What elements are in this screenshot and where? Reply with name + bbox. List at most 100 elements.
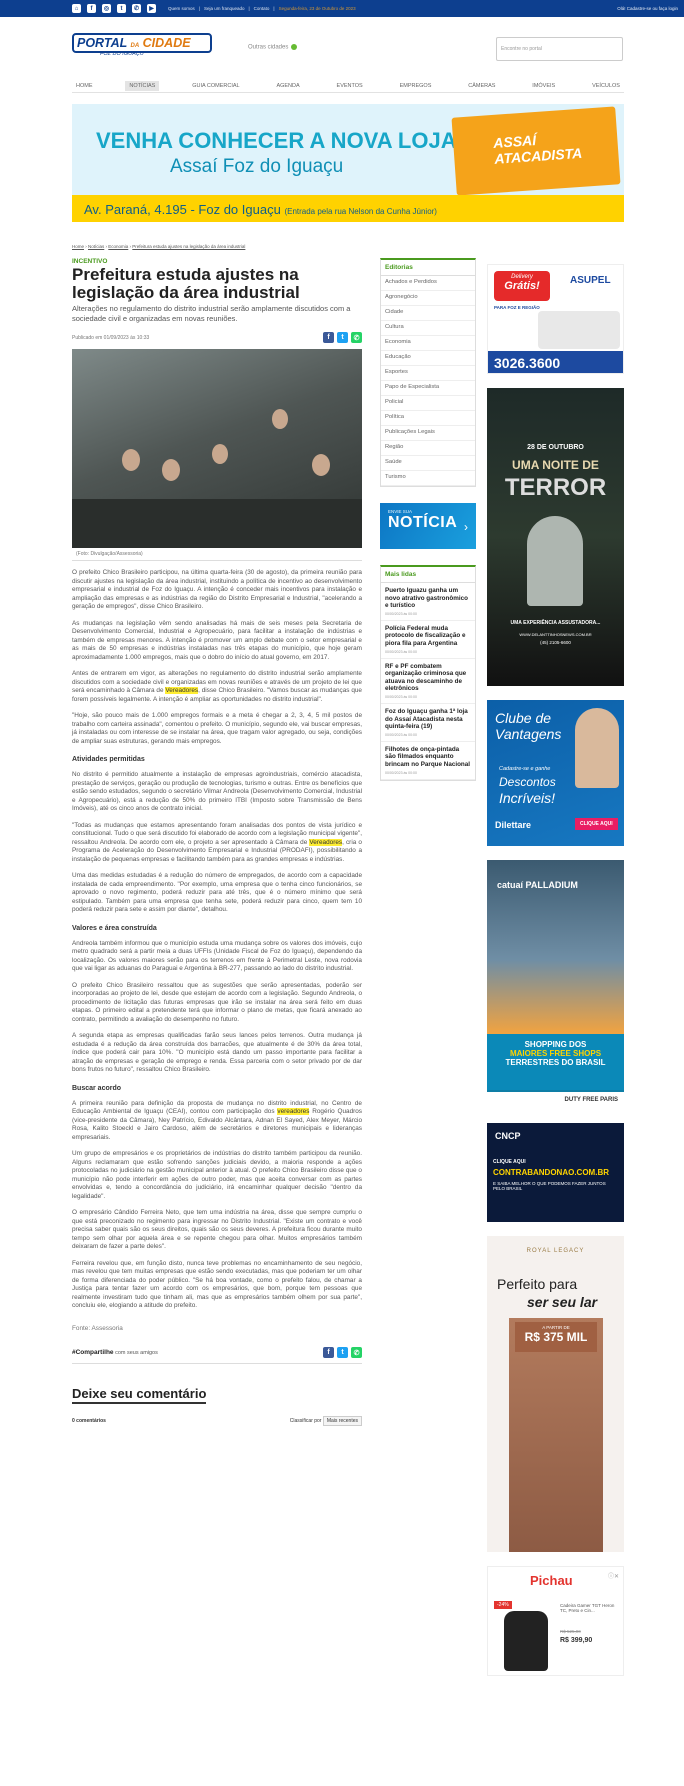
arrow-right-icon: › [464,520,468,534]
editoria-item[interactable]: Achados e Perdidos [381,276,475,291]
ad-royal-legacy[interactable]: ROYAL LEGACY Perfeito para ser seu lar A… [487,1236,624,1552]
share-footer: #Compartilhe com seus amigos f t ✆ [72,1347,362,1364]
facebook-share-icon[interactable]: f [323,1347,334,1358]
breadcrumb-economia[interactable]: Economia [108,244,128,249]
login-link[interactable]: Olá! Cadastre-se ou faça login [617,6,678,11]
editorias-title: Editorias [381,260,475,276]
assai-logo: ASSAÍ ATACADISTA [451,106,621,196]
top-link-contato[interactable]: Contato [254,6,270,11]
most-read-box: Mais lidas Puerto Iguazu ganha um novo a… [380,565,476,781]
ad-clube-vantagens[interactable]: Clube de Vantagens Cadastre-se e ganhe D… [487,700,624,846]
site-header: PORTAL DA CIDADE FOZ DO IGUAÇU Outras ci… [0,17,684,75]
most-read-item[interactable]: Polícia Federal muda protocolo de fiscal… [381,621,475,659]
current-date: Segunda-feira, 23 de Outubro de 2023 [278,6,356,11]
nav-veiculos[interactable]: VEÍCULOS [588,81,624,91]
facebook-share-icon[interactable]: f [323,332,334,343]
editoria-item[interactable]: Educação [381,351,475,366]
editoria-item[interactable]: Saúde [381,456,475,471]
ad-pichau[interactable]: Pichau ⓘ✕ -24% Cadeira Gamer TGT Heron T… [487,1566,624,1676]
article-title: Prefeitura estuda ajustes na legislação … [72,265,300,302]
banner-headline: VENHA CONHECER A NOVA LOJA [96,128,457,153]
comments-title: Deixe seu comentário [72,1386,207,1404]
editoria-item[interactable]: Cidade [381,306,475,321]
nav-cameras[interactable]: CÂMERAS [464,81,499,91]
publish-date: Publicado em 01/09/2023 às 10:33 [72,334,150,341]
editoria-item[interactable]: Região [381,441,475,456]
editoria-item[interactable]: Cultura [381,321,475,336]
whatsapp-share-icon[interactable]: ✆ [351,1347,362,1358]
nav-home[interactable]: HOME [72,81,97,91]
article-category: INCENTIVO [72,258,108,265]
social-links: ⌂ f ◎ t ✆ ▶ [72,4,156,13]
editoria-item[interactable]: Papo de Especialista [381,381,475,396]
breadcrumb-current: Prefeitura estuda ajustes na legislação … [132,244,246,249]
most-read-item[interactable]: Foz do Iguaçu ganha 1ª loja do Assaí Ata… [381,704,475,742]
sort-select[interactable]: Mais recentes [322,1416,362,1426]
ad-contrabando-nao[interactable]: CNCP CLIQUE AQUI CONTRABANDONAO.COM.BR E… [487,1123,624,1222]
banner-address: Av. Paraná, 4.195 - Foz do Iguaçu (Entra… [72,195,624,222]
nav-guia-comercial[interactable]: GUIA COMERCIAL [188,81,243,91]
youtube-icon[interactable]: ▶ [147,4,156,13]
whatsapp-icon[interactable]: ✆ [132,4,141,13]
section-heading: Atividades permitidas [72,756,145,763]
most-read-item[interactable]: Filhotes de onça-pintada são filmados en… [381,742,475,780]
ad-column: Delivery Grátis! ASUPEL PARA FOZ E REGIÃO… [487,264,624,1676]
most-read-item[interactable]: Puerto Iguazu ganha um novo atrativo gas… [381,583,475,621]
article-lead: Alterações no regulamento do distrito in… [72,304,351,323]
breadcrumb-noticias[interactable]: Notícias [88,244,104,249]
article-source: Fonte: Assessoria [72,1324,123,1332]
chevron-down-icon [291,44,298,50]
other-cities-button[interactable]: Outras cidades [248,44,298,51]
clique-aqui-button[interactable]: CLIQUE AQUI [575,818,618,830]
ad-noite-terror[interactable]: 28 DE OUTUBRO UMA NOITE DE TERROR UMA EX… [487,388,624,686]
editoria-item[interactable]: Agronegócio [381,291,475,306]
editorias-box: Editorias Achados e Perdidos Agronegócio… [380,258,476,487]
ad-catuai-palladium[interactable]: catuaí PALLADIUM SHOPPING DOS MAIORES FR… [487,860,624,1109]
top-link-quem-somos[interactable]: Quem somos [168,6,195,11]
article-photo [72,349,362,548]
twitter-share-icon[interactable]: t [337,1347,348,1358]
comment-count: 0 comentários [72,1418,106,1424]
assai-banner[interactable]: VENHA CONHECER A NOVA LOJA Assaí Foz do … [72,104,624,222]
nav-empregos[interactable]: EMPREGOS [396,81,436,91]
nav-noticias[interactable]: NOTÍCIAS [125,80,160,91]
middle-sidebar: Editorias Achados e Perdidos Agronegócio… [380,258,476,781]
comments-bar: 0 comentários Classificar por Mais recen… [72,1416,362,1426]
home-icon[interactable]: ⌂ [72,4,81,13]
most-read-item[interactable]: RF e PF combatem organização criminosa q… [381,659,475,704]
section-heading: Valores e área construída [72,924,157,932]
twitter-icon[interactable]: t [117,4,126,13]
most-read-title: Mais lidas [381,567,475,583]
keyword-link[interactable]: Vereadores [165,687,199,694]
editoria-item[interactable]: Esportes [381,366,475,381]
breadcrumb-home[interactable]: Home [72,244,84,249]
nav-imoveis[interactable]: IMÓVEIS [528,81,559,91]
share-buttons: f t ✆ [323,332,362,343]
ad-asupel[interactable]: Delivery Grátis! ASUPEL PARA FOZ E REGIÃO… [487,264,624,374]
main-nav: HOME NOTÍCIAS GUIA COMERCIAL AGENDA EVEN… [72,79,624,93]
top-links: Quem somos | Seja um franqueado | Contato |… [168,6,356,11]
editoria-item[interactable]: Policial [381,396,475,411]
nav-eventos[interactable]: EVENTOS [333,81,367,91]
photo-caption: (Foto: Divulgação/Assessoria) [72,548,362,561]
editoria-item[interactable]: Política [381,411,475,426]
keyword-link[interactable]: Vereadores [309,838,343,846]
instagram-icon[interactable]: ◎ [102,4,111,13]
site-logo[interactable]: PORTAL DA CIDADE FOZ DO IGUAÇU [72,33,215,63]
keyword-link[interactable]: vereadores [277,1108,310,1115]
nav-agenda[interactable]: AGENDA [272,81,303,91]
twitter-share-icon[interactable]: t [337,332,348,343]
breadcrumb: Home › Notícias › Economia › Prefeitura … [72,244,246,249]
send-news-button[interactable]: ENVIE SUA NOTÍCIA › [380,503,476,549]
search-input[interactable]: Encontre no portal [496,37,623,61]
whatsapp-share-icon[interactable]: ✆ [351,332,362,343]
editoria-item[interactable]: Turismo [381,471,475,486]
article: INCENTIVO Prefeitura estuda ajustes na l… [72,258,362,1426]
editoria-item[interactable]: Publicações Legais [381,426,475,441]
close-icon[interactable]: ⓘ✕ [608,1571,619,1580]
section-heading: Buscar acordo [72,1084,122,1092]
top-link-franqueado[interactable]: Seja um franqueado [204,6,245,11]
facebook-icon[interactable]: f [87,4,96,13]
top-bar: ⌂ f ◎ t ✆ ▶ Quem somos | Seja um franquea… [0,0,684,17]
editoria-item[interactable]: Economia [381,336,475,351]
